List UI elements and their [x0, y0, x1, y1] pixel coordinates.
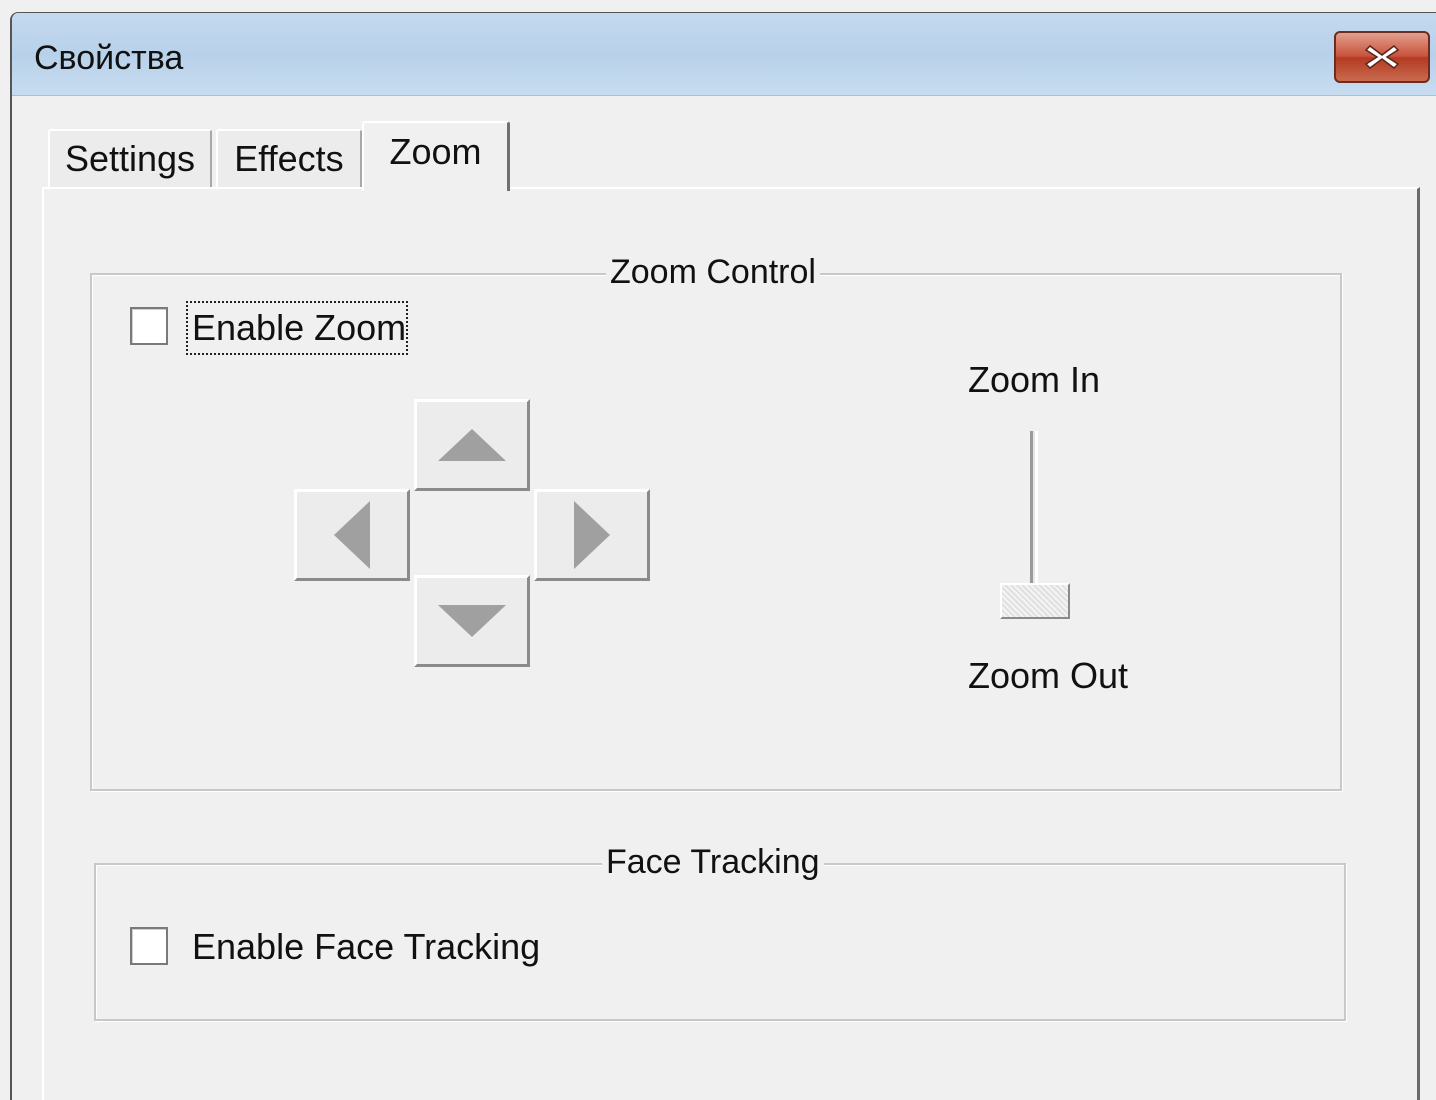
pan-up-button[interactable]	[414, 399, 530, 491]
zoom-slider-thumb[interactable]	[1000, 583, 1070, 619]
face-tracking-legend: Face Tracking	[602, 843, 824, 882]
enable-zoom-label[interactable]: Enable Zoom	[192, 307, 406, 349]
zoom-control-legend: Zoom Control	[606, 253, 820, 292]
triangle-right-icon	[574, 501, 610, 569]
tab-settings[interactable]: Settings	[48, 129, 212, 187]
triangle-down-icon	[438, 605, 506, 637]
title-bar[interactable]: Свойства	[12, 13, 1436, 96]
pan-left-button[interactable]	[294, 489, 410, 581]
close-x-icon	[1364, 45, 1400, 69]
tab-zoom[interactable]: Zoom	[362, 121, 510, 191]
enable-zoom-checkbox[interactable]	[130, 307, 168, 345]
tab-effects[interactable]: Effects	[216, 129, 362, 187]
zoom-in-label: Zoom In	[968, 359, 1101, 400]
window-title: Свойства	[34, 39, 184, 77]
properties-dialog: Свойства Settings Effects Zoom Zoom Cont…	[10, 12, 1436, 1100]
pan-right-button[interactable]	[534, 489, 650, 581]
triangle-up-icon	[438, 429, 506, 461]
enable-face-tracking-label[interactable]: Enable Face Tracking	[192, 926, 540, 968]
zoom-out-label: Zoom Out	[968, 655, 1129, 696]
pan-down-button[interactable]	[414, 575, 530, 667]
close-button[interactable]	[1334, 31, 1430, 83]
triangle-left-icon	[334, 501, 370, 569]
enable-face-tracking-checkbox[interactable]	[130, 927, 168, 965]
